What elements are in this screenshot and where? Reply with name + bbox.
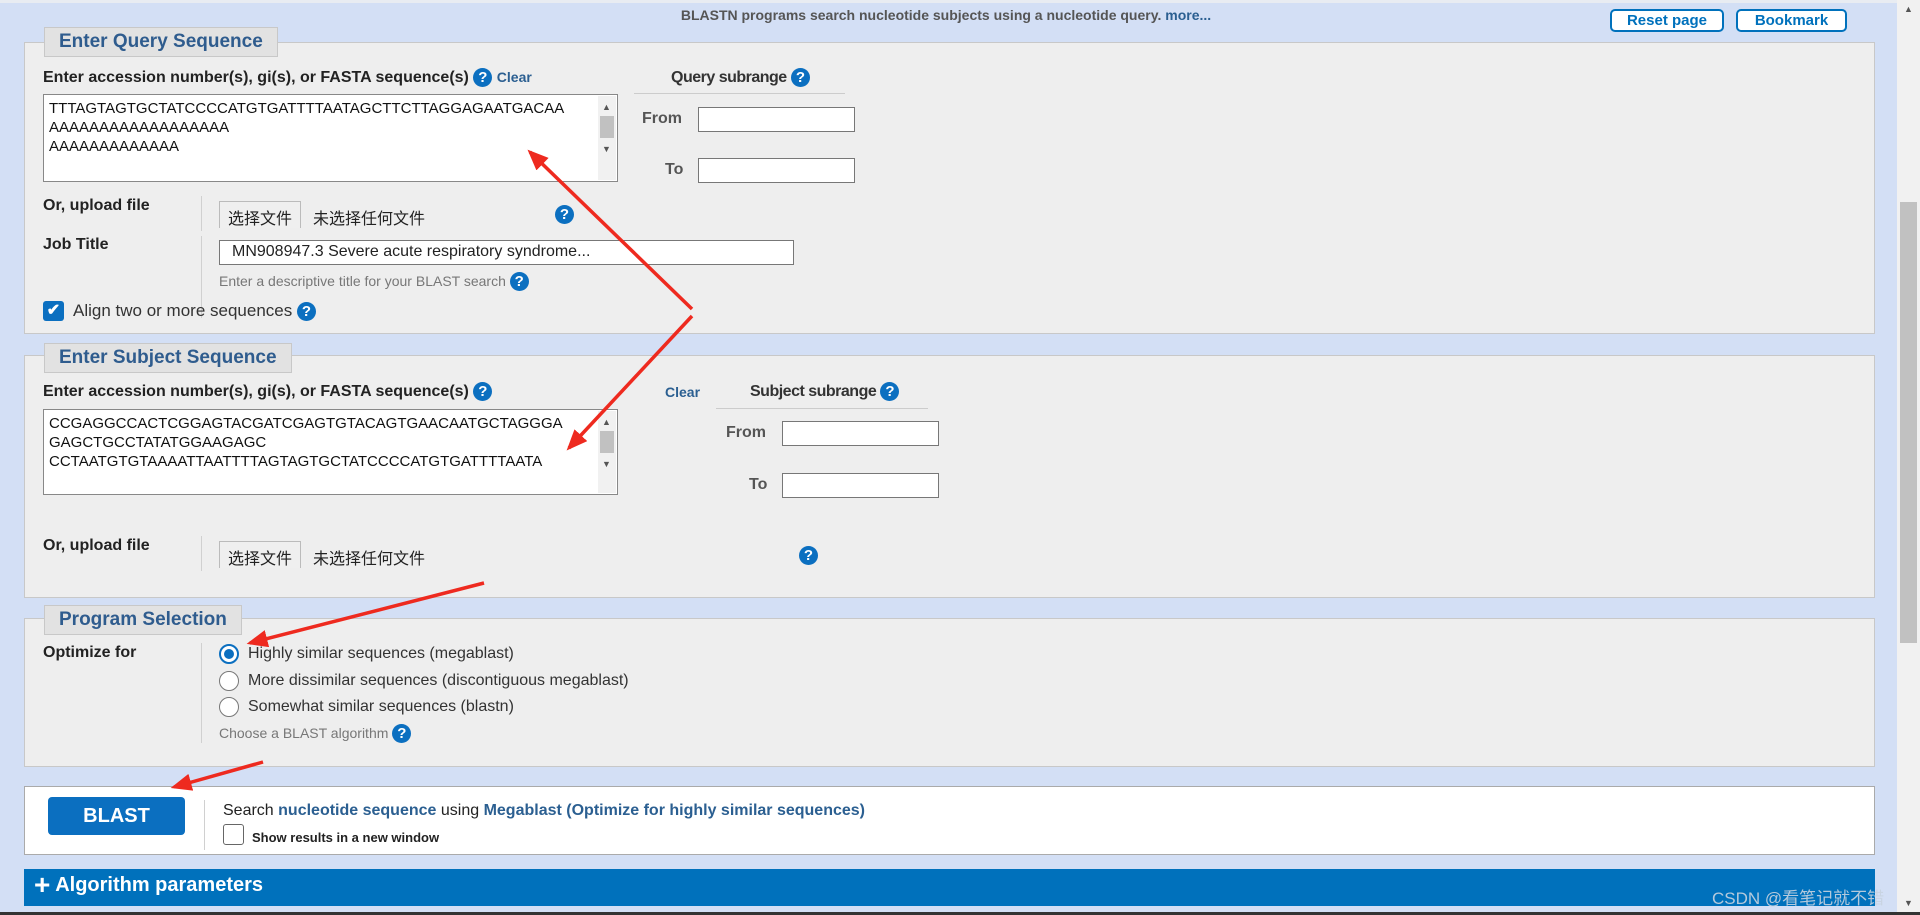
arrow-to-query (527, 149, 694, 311)
annotation-arrows (170, 149, 694, 791)
arrow-to-megablast (246, 581, 485, 648)
arrow-to-subject (566, 314, 694, 451)
arrow-to-blast-button (170, 760, 264, 791)
